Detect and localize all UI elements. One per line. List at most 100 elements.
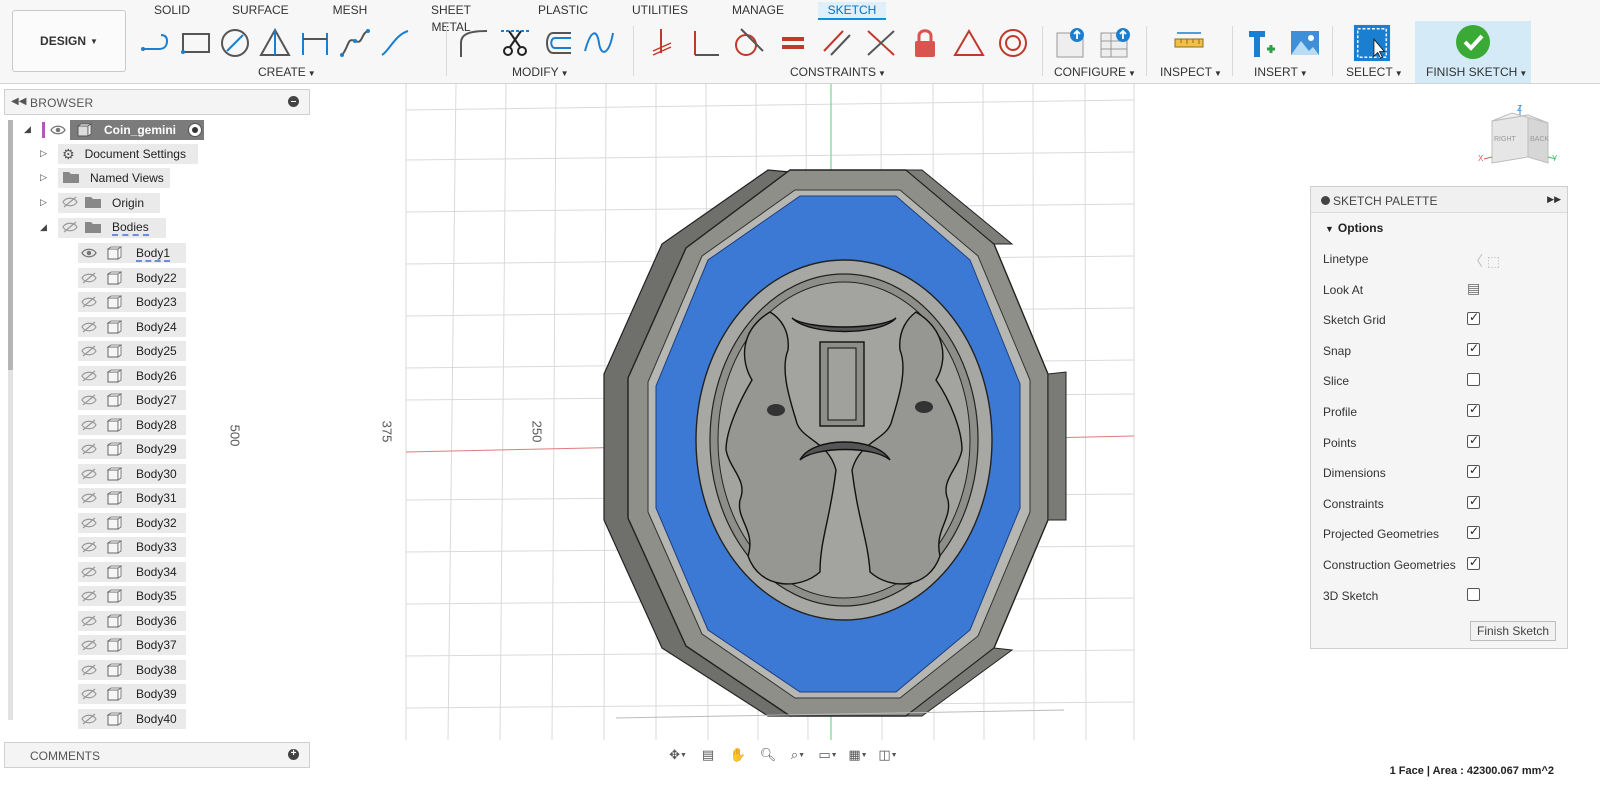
option-checkbox[interactable]	[1467, 555, 1480, 570]
eye-hidden-icon[interactable]	[81, 688, 97, 703]
tab-mesh[interactable]: MESH	[332, 2, 368, 20]
eye-hidden-icon[interactable]	[81, 615, 97, 630]
tangent-icon[interactable]	[732, 26, 766, 60]
eye-icon[interactable]	[50, 124, 66, 139]
polygon-icon[interactable]	[258, 26, 292, 60]
create-menu[interactable]: CREATE ▼	[258, 65, 316, 79]
sketch-palette-header[interactable]: SKETCH PALETTE ▶▶	[1311, 187, 1567, 213]
viewports-icon[interactable]: ◫ ▼	[874, 744, 902, 766]
modify-menu[interactable]: MODIFY ▼	[512, 65, 569, 79]
collinear-icon[interactable]	[864, 26, 898, 60]
tree-item-body[interactable]: Body30	[78, 463, 186, 484]
option-checkbox[interactable]	[1467, 587, 1480, 601]
eye-hidden-icon[interactable]	[81, 468, 97, 483]
display-settings-icon[interactable]: ▭ ▼	[814, 744, 842, 766]
tab-utilities[interactable]: UTILITIES	[632, 2, 688, 20]
browser-scroll-thumb[interactable]	[8, 120, 13, 370]
circle-icon[interactable]	[218, 26, 252, 60]
tree-item-body[interactable]: Body34	[78, 561, 186, 582]
tree-item-body[interactable]: Body25	[78, 341, 186, 361]
eye-hidden-icon[interactable]	[62, 196, 78, 211]
view-cube[interactable]: RIGHT BACK Z X Y	[1476, 101, 1560, 171]
minimize-icon[interactable]	[288, 96, 299, 107]
tab-plastic[interactable]: PLASTIC	[538, 2, 588, 20]
option-checkbox[interactable]	[1467, 373, 1480, 387]
option-checkbox[interactable]	[1467, 494, 1480, 509]
look-at-icon[interactable]: ▤	[694, 744, 722, 766]
tree-item-body[interactable]: Body29	[78, 439, 186, 459]
sketch-curve-icon[interactable]	[582, 26, 616, 60]
grid-settings-icon[interactable]: ▦ ▼	[844, 744, 872, 766]
symmetry-icon[interactable]	[952, 26, 986, 60]
eye-hidden-icon[interactable]	[81, 713, 97, 728]
eye-hidden-icon[interactable]	[81, 566, 97, 581]
collapse-triangle-icon[interactable]: ◢	[24, 124, 31, 135]
finish-sketch-menu[interactable]: FINISH SKETCH ▼	[1426, 65, 1527, 79]
tree-item-body[interactable]: Body32	[78, 512, 186, 533]
tree-item-origin[interactable]: ▷ Origin	[38, 193, 198, 213]
inspect-menu[interactable]: INSPECT ▼	[1160, 65, 1222, 79]
eye-hidden-icon[interactable]	[81, 517, 97, 532]
minimize-icon[interactable]	[1321, 196, 1330, 205]
tab-solid[interactable]: SOLID	[154, 2, 190, 20]
tree-item-body[interactable]: Body36	[78, 610, 186, 631]
pan-icon[interactable]: ✋	[724, 744, 752, 766]
select-icon[interactable]	[1352, 23, 1392, 63]
tree-item-body[interactable]: Body28	[78, 414, 186, 435]
orbit-icon[interactable]: ✥ ▼	[664, 744, 692, 766]
tree-item-body[interactable]: Body24	[78, 316, 186, 337]
comments-panel[interactable]: COMMENTS +	[4, 742, 310, 768]
trim-icon[interactable]	[498, 26, 532, 60]
tree-item-body[interactable]: Body39	[78, 684, 186, 704]
tree-item-document-settings[interactable]: ▷ ⚙ Document Settings	[38, 144, 198, 164]
eye-hidden-icon[interactable]	[81, 272, 97, 287]
tab-manage[interactable]: MANAGE	[732, 2, 784, 20]
eye-icon[interactable]	[81, 247, 97, 262]
configure-menu[interactable]: CONFIGURE ▼	[1054, 65, 1136, 79]
offset-icon[interactable]	[540, 26, 574, 60]
expand-panel-icon[interactable]: ▶▶	[1547, 194, 1561, 205]
rectangle-icon[interactable]	[178, 26, 212, 60]
eye-hidden-icon[interactable]	[81, 664, 97, 679]
parallel-icon[interactable]	[820, 26, 854, 60]
configure-table-icon[interactable]	[1098, 26, 1132, 60]
tree-item-body[interactable]: Body35	[78, 586, 186, 606]
add-comment-icon[interactable]: +	[288, 749, 299, 760]
eye-hidden-icon[interactable]	[62, 221, 78, 236]
collapse-panel-icon[interactable]: ◀◀	[11, 96, 26, 107]
horizontal-vertical-icon[interactable]	[644, 26, 678, 60]
insert-image-icon[interactable]	[1288, 26, 1322, 60]
eye-hidden-icon[interactable]	[81, 296, 97, 311]
eye-hidden-icon[interactable]	[81, 639, 97, 654]
eye-hidden-icon[interactable]	[81, 541, 97, 556]
eye-hidden-icon[interactable]	[81, 419, 97, 434]
eye-hidden-icon[interactable]	[81, 590, 97, 605]
tree-item-body[interactable]: Body40	[78, 708, 186, 729]
tab-sheet-metal[interactable]: SHEET METAL	[410, 2, 492, 34]
constraints-menu[interactable]: CONSTRAINTS ▼	[790, 65, 886, 79]
insert-mcmaster-icon[interactable]	[1244, 26, 1278, 60]
option-checkbox[interactable]	[1467, 433, 1480, 448]
tree-item-body[interactable]: Body38	[78, 659, 186, 680]
tree-item-body[interactable]: Body33	[78, 537, 186, 557]
equal-icon[interactable]	[776, 26, 810, 60]
eye-hidden-icon[interactable]	[81, 345, 97, 360]
look-at-icon[interactable]: ▤	[1467, 280, 1480, 297]
eye-hidden-icon[interactable]	[81, 394, 97, 409]
tree-item-body[interactable]: Body27	[78, 390, 186, 410]
conic-curve-icon[interactable]	[378, 26, 412, 60]
dimension-icon[interactable]	[298, 26, 332, 60]
tree-item-body[interactable]: Body1	[78, 243, 186, 263]
finish-sketch-tool[interactable]: FINISH SKETCH ▼	[1415, 21, 1531, 83]
workspace-switcher-button[interactable]: DESIGN ▼	[12, 10, 126, 72]
eye-hidden-icon[interactable]	[81, 321, 97, 336]
finish-sketch-button[interactable]: Finish Sketch	[1470, 621, 1556, 641]
tree-item-body[interactable]: Body22	[78, 267, 186, 288]
expand-triangle-icon[interactable]: ▷	[40, 172, 47, 183]
tree-item-named-views[interactable]: ▷ Named Views	[38, 168, 198, 188]
option-checkbox[interactable]	[1467, 402, 1480, 417]
zoom-window-icon[interactable]: ⌕ ▼	[784, 744, 812, 766]
eye-hidden-icon[interactable]	[81, 492, 97, 507]
tree-item-bodies[interactable]: ◢ Bodies	[38, 218, 198, 238]
fix-icon[interactable]	[908, 26, 942, 60]
